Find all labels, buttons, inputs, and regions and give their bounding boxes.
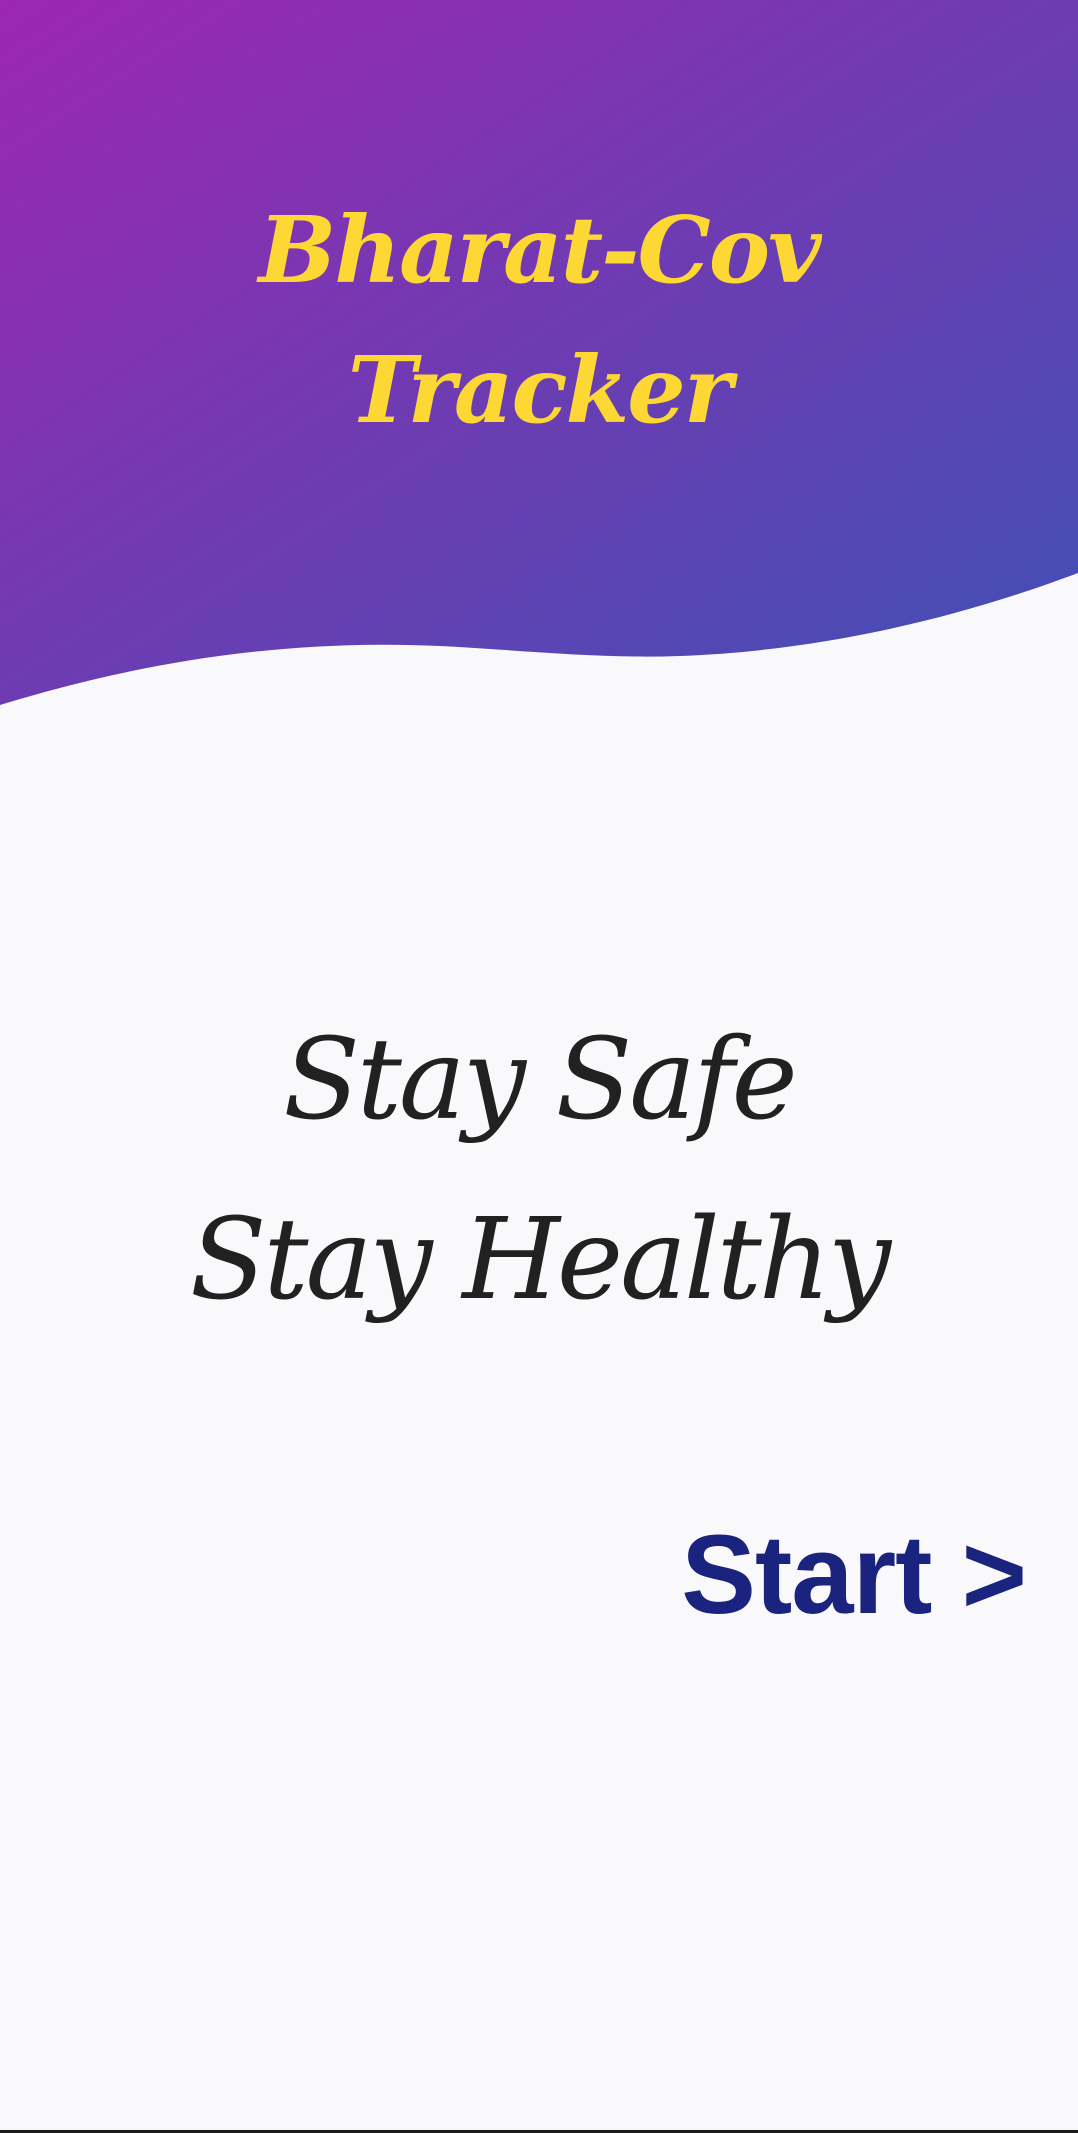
tagline: Stay Safe Stay Healthy	[0, 990, 1078, 1350]
tagline-line-2: Stay Healthy	[189, 1195, 891, 1325]
tagline-line-1: Stay Safe	[283, 1015, 798, 1145]
start-button[interactable]: Start >	[681, 1515, 1027, 1635]
app-title: Bharat-Cov Tracker	[0, 180, 1078, 460]
app-title-line-1: Bharat-Cov	[258, 196, 821, 304]
splash-screen: Bharat-Cov Tracker Stay Safe Stay Health…	[0, 0, 1078, 2133]
app-title-line-2: Tracker	[347, 336, 733, 444]
